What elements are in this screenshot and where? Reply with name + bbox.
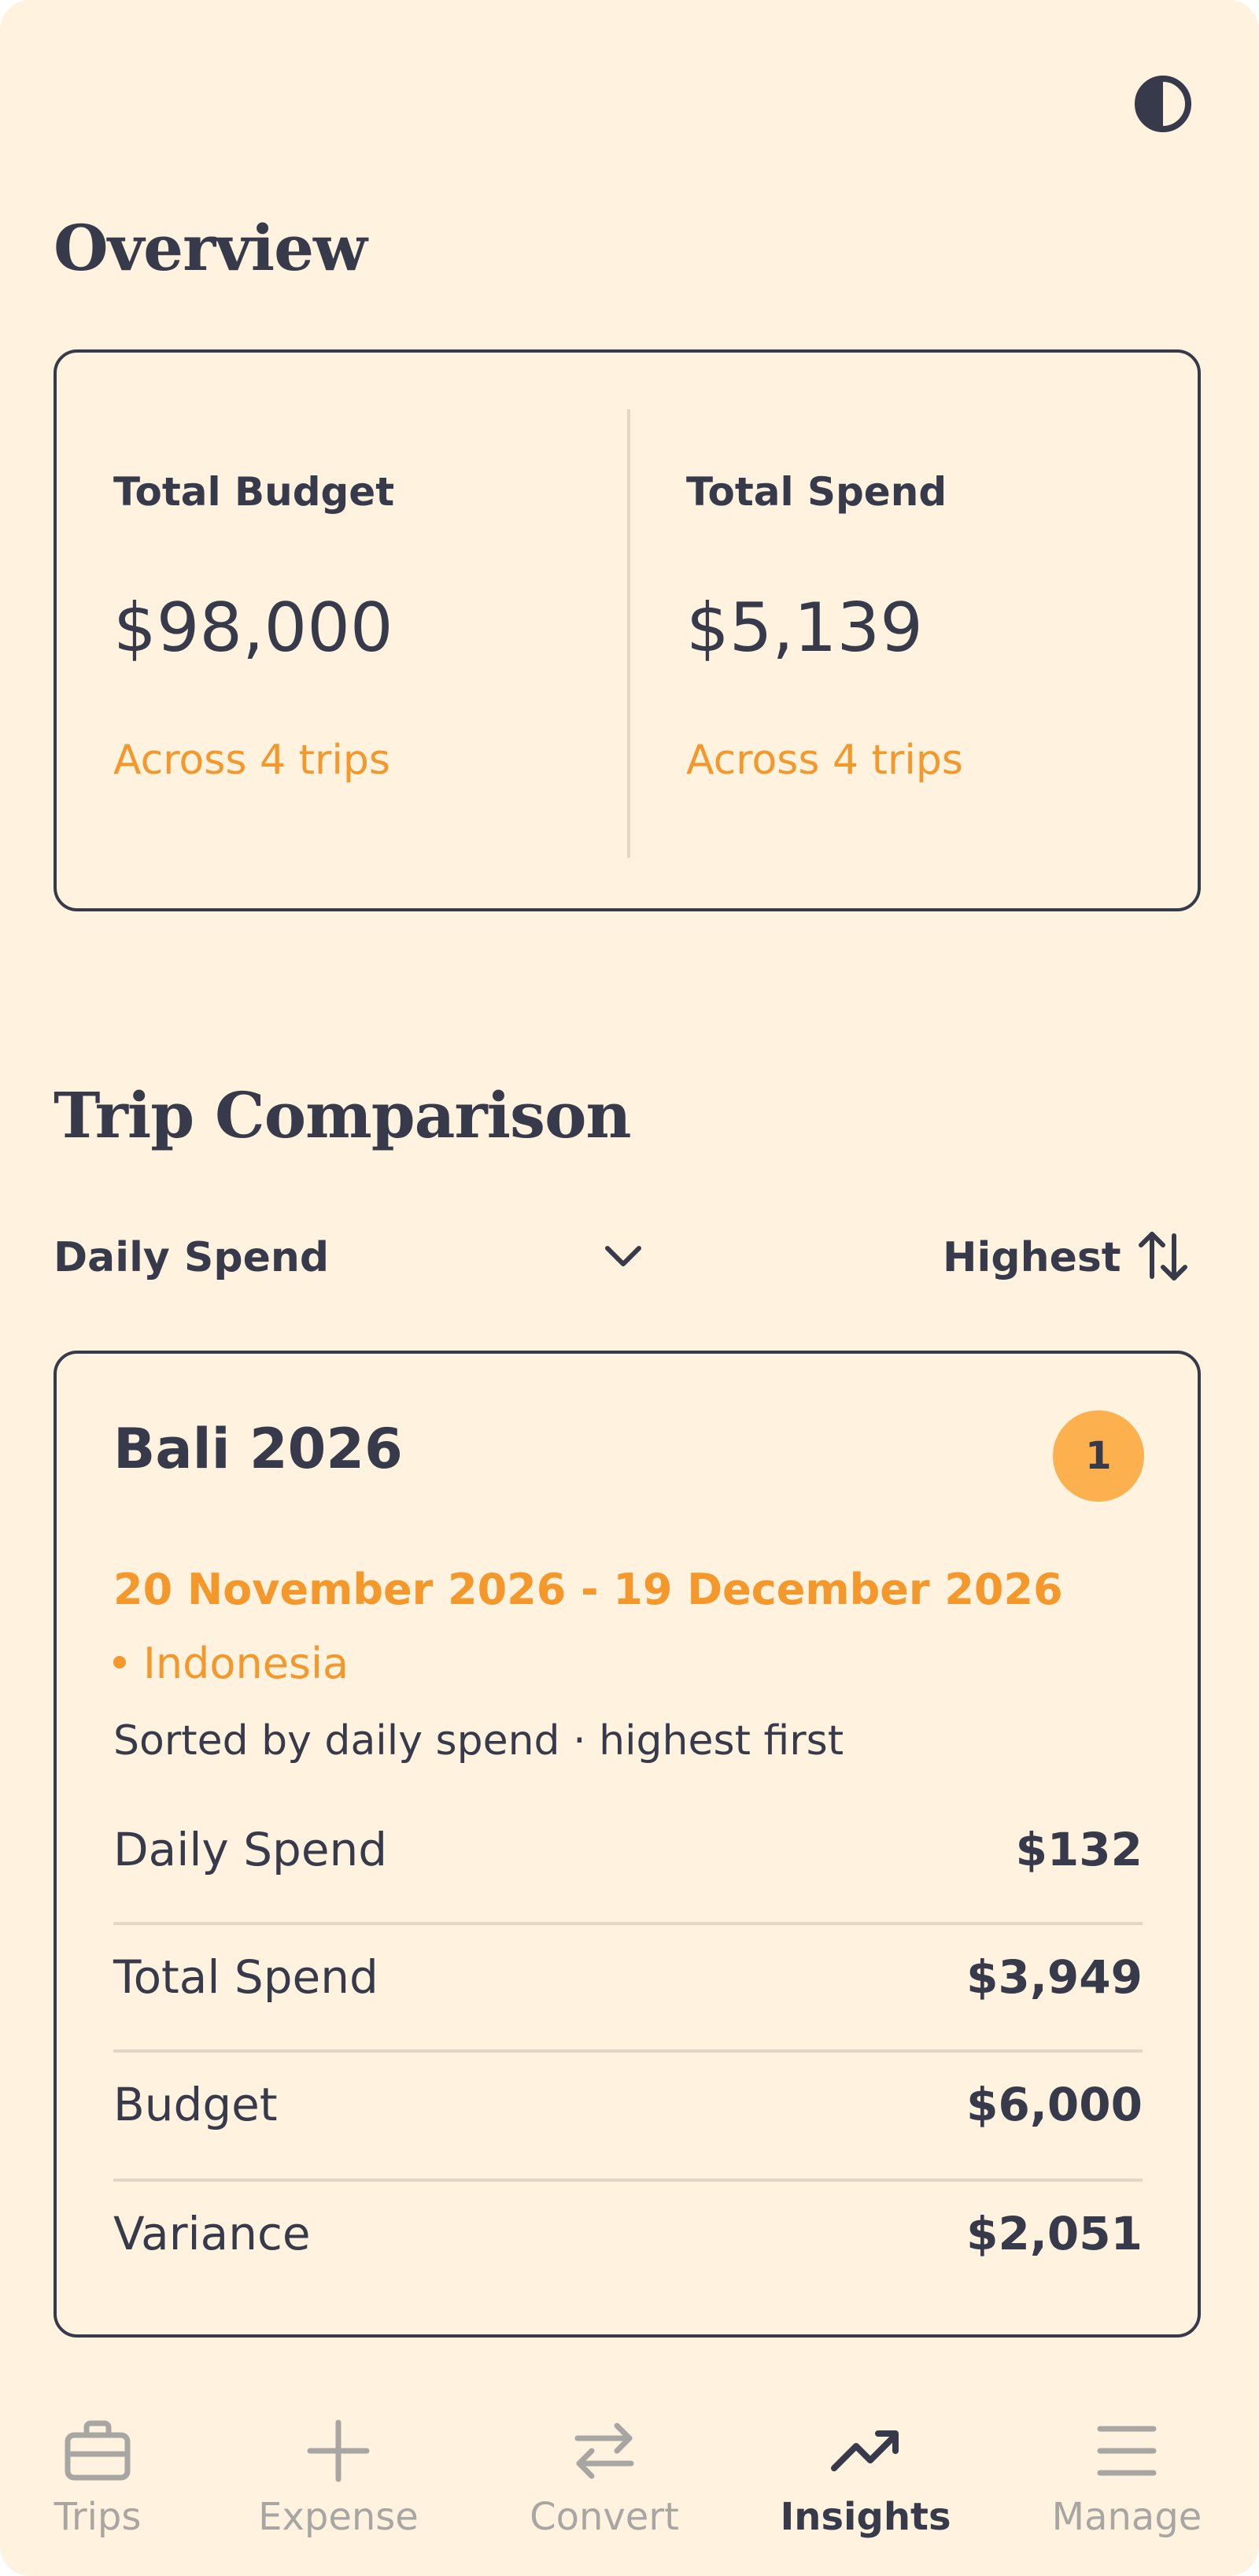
- total-budget-label: Total Budget: [113, 469, 395, 515]
- sort-note: Sorted by daily spend · highest first: [113, 1717, 844, 1765]
- comparison-controls: Daily Spend Highest: [54, 1225, 1202, 1288]
- total-spend-label: Total Spend: [686, 469, 947, 515]
- metric-row-daily-spend: Daily Spend $132: [113, 1788, 1143, 1916]
- metric-value: $6,000: [966, 2078, 1143, 2131]
- trend-up-icon: [831, 2430, 899, 2471]
- menu-icon: [1097, 2426, 1157, 2476]
- metric-select[interactable]: Daily Spend: [54, 1225, 652, 1288]
- trip-country: Indonesia: [113, 1639, 349, 1688]
- total-spend-subtext: Across 4 trips: [686, 737, 963, 784]
- metric-value: $3,949: [966, 1950, 1143, 2004]
- contrast-icon: [1135, 76, 1191, 132]
- metric-row-variance: Variance $2,051: [113, 2172, 1143, 2300]
- exchange-arrows-icon: [574, 2423, 634, 2479]
- nav-label-expense: Expense: [258, 2495, 419, 2539]
- trip-card[interactable]: Bali 2026 1 20 November 2026 - 19 Decemb…: [54, 1351, 1201, 2338]
- bullet-dot-icon: [113, 1656, 126, 1669]
- briefcase-icon: [65, 2420, 131, 2481]
- trip-name: Bali 2026: [113, 1417, 403, 1481]
- app-screen: Overview Total Budget $98,000 Across 4 t…: [0, 0, 1259, 2576]
- sort-order-toggle[interactable]: Highest: [943, 1225, 1202, 1288]
- metric-select-value: Daily Spend: [54, 1234, 330, 1281]
- bottom-navigation: Trips Expense Convert Insights Manage: [0, 2385, 1259, 2576]
- rank-badge: 1: [1053, 1410, 1144, 1502]
- nav-item-manage[interactable]: Manage: [1009, 2385, 1245, 2558]
- total-budget-subtext: Across 4 trips: [113, 737, 390, 784]
- sort-order-label: Highest: [943, 1234, 1121, 1281]
- metric-label: Total Spend: [113, 1950, 378, 2004]
- chevron-down-icon: [605, 1246, 641, 1266]
- theme-toggle-button[interactable]: [1133, 74, 1193, 134]
- nav-item-insights[interactable]: Insights: [748, 2385, 984, 2558]
- metric-label: Variance: [113, 2207, 311, 2260]
- metric-row-total-spend: Total Spend $3,949: [113, 1916, 1143, 2043]
- nav-label-insights: Insights: [780, 2495, 951, 2539]
- nav-item-expense[interactable]: Expense: [220, 2385, 456, 2558]
- sort-arrows-icon: [1139, 1232, 1187, 1281]
- metric-value: $2,051: [966, 2207, 1143, 2260]
- total-spend-value: $5,139: [686, 589, 923, 667]
- nav-item-convert[interactable]: Convert: [486, 2385, 722, 2558]
- metric-row-budget: Budget $6,000: [113, 2043, 1143, 2171]
- overview-divider: [627, 409, 630, 858]
- plus-icon: [307, 2419, 370, 2482]
- trip-country-label: Indonesia: [143, 1639, 349, 1688]
- metric-label: Daily Spend: [113, 1823, 388, 1876]
- nav-label-manage: Manage: [1051, 2495, 1202, 2539]
- metric-value: $132: [1015, 1823, 1143, 1876]
- overview-card: Total Budget $98,000 Across 4 trips Tota…: [54, 349, 1201, 911]
- nav-label-trips: Trips: [54, 2495, 142, 2539]
- total-budget-value: $98,000: [113, 589, 393, 667]
- overview-title: Overview: [54, 211, 367, 285]
- metric-label: Budget: [113, 2078, 278, 2131]
- nav-item-trips[interactable]: Trips: [0, 2385, 216, 2558]
- trip-dates: 20 November 2026 - 19 December 2026: [113, 1565, 1063, 1614]
- trip-comparison-title: Trip Comparison: [54, 1078, 632, 1152]
- nav-label-convert: Convert: [530, 2495, 679, 2539]
